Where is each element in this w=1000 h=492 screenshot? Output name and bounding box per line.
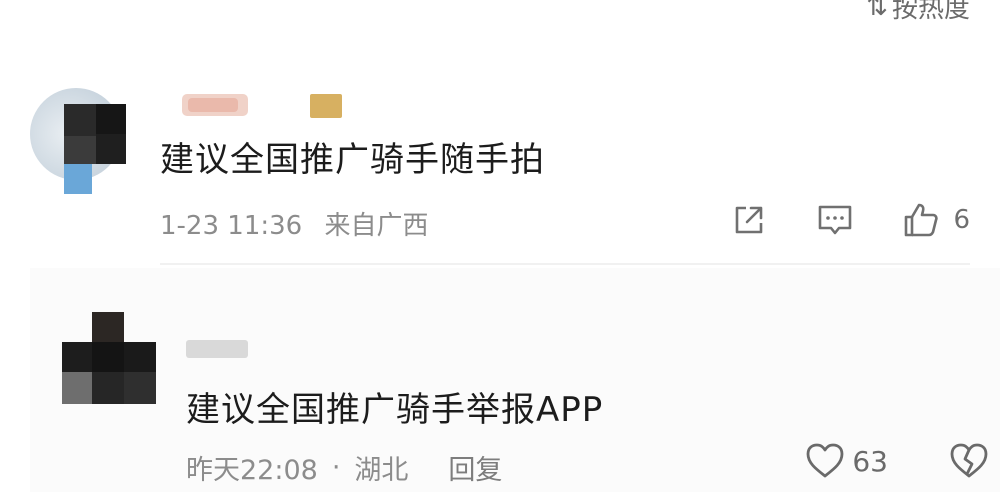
comment-meta: 昨天22:08 · 湖北 回复 xyxy=(186,448,502,487)
sort-icon: ⇅ xyxy=(866,0,888,22)
comment-actions: 63 xyxy=(804,440,990,482)
avatar[interactable] xyxy=(62,312,156,404)
broken-heart-icon xyxy=(950,443,988,478)
dislike-button[interactable] xyxy=(948,440,990,482)
comment-item: 建议全国推广骑手举报APP 昨天22:08 · 湖北 回复 63 xyxy=(30,268,1000,492)
sort-label: 按热度 xyxy=(891,0,970,24)
comment-location: 来自广西 xyxy=(324,211,429,241)
divider xyxy=(160,263,970,265)
username-blurred[interactable] xyxy=(160,90,350,120)
comment-time: 1-23 11:36 xyxy=(160,211,303,241)
like-button[interactable]: 6 xyxy=(901,200,970,240)
comment-button[interactable] xyxy=(815,200,855,240)
meta-separator: · xyxy=(331,452,341,483)
heart-icon xyxy=(806,443,844,478)
like-button[interactable]: 63 xyxy=(804,440,948,482)
sort-toggle[interactable]: ⇅ 按热度 xyxy=(866,0,970,25)
comment-actions: 6 xyxy=(683,200,970,240)
comment-location: 湖北 xyxy=(354,455,409,486)
comment-icon xyxy=(819,205,852,235)
comment-text: 建议全国推广骑手举报APP xyxy=(186,390,604,430)
avatar[interactable] xyxy=(30,72,130,198)
like-count: 63 xyxy=(852,444,888,478)
share-button[interactable] xyxy=(729,200,769,240)
comment-item: 建议全国推广骑手随手拍 1-23 11:36 来自广西 6 xyxy=(0,60,1000,265)
thumbs-up-icon xyxy=(905,203,939,237)
comment-time: 昨天22:08 xyxy=(186,455,318,486)
username-blurred[interactable] xyxy=(186,340,248,358)
reply-button[interactable]: 回复 xyxy=(448,448,502,487)
comment-text: 建议全国推广骑手随手拍 xyxy=(160,140,545,180)
like-count: 6 xyxy=(953,205,970,235)
share-icon xyxy=(736,206,763,234)
comment-meta: 1-23 11:36 来自广西 xyxy=(160,205,428,242)
